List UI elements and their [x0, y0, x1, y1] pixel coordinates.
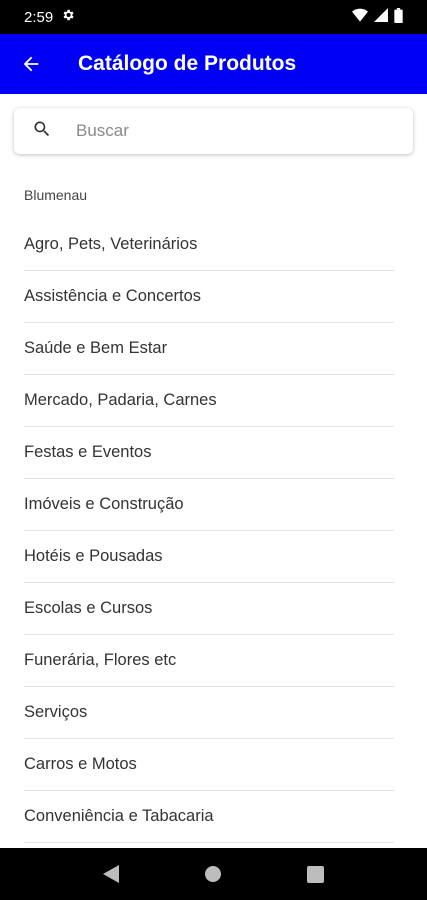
- system-nav-bar: [0, 848, 427, 900]
- list-item[interactable]: Mercado, Padaria, Carnes: [24, 375, 394, 427]
- list-item[interactable]: Hotéis e Pousadas: [24, 531, 394, 583]
- signal-icon: [374, 8, 388, 26]
- settings-gear-icon: [61, 8, 75, 26]
- list-item[interactable]: Festas e Eventos: [24, 427, 394, 479]
- search-bar[interactable]: [14, 108, 413, 154]
- wifi-icon: [352, 8, 368, 26]
- category-list: Agro, Pets, Veterinários Assistência e C…: [0, 219, 427, 843]
- status-right: [352, 7, 403, 27]
- list-item[interactable]: Serviços: [24, 687, 394, 739]
- arrow-left-icon[interactable]: [18, 51, 44, 77]
- search-input[interactable]: [74, 120, 378, 142]
- list-item[interactable]: Agro, Pets, Veterinários: [24, 219, 394, 271]
- section-header: Blumenau: [24, 187, 88, 203]
- search-icon: [32, 119, 52, 144]
- home-circle-icon[interactable]: [198, 859, 228, 889]
- list-item[interactable]: Conveniência e Tabacaria: [24, 791, 394, 843]
- recents-square-icon[interactable]: [301, 859, 331, 889]
- list-item[interactable]: Escolas e Cursos: [24, 583, 394, 635]
- list-item[interactable]: Funerária, Flores etc: [24, 635, 394, 687]
- list-item[interactable]: Assistência e Concertos: [24, 271, 394, 323]
- app-bar: Catálogo de Produtos: [0, 34, 427, 94]
- list-item[interactable]: Carros e Motos: [24, 739, 394, 791]
- battery-icon: [394, 7, 403, 27]
- list-item[interactable]: Saúde e Bem Estar: [24, 323, 394, 375]
- back-triangle-icon[interactable]: [96, 859, 126, 889]
- status-bar: 2:59: [0, 0, 427, 34]
- page-title: Catálogo de Produtos: [78, 52, 297, 75]
- list-item[interactable]: Imóveis e Construção: [24, 479, 394, 531]
- status-left: 2:59: [24, 8, 75, 26]
- status-time: 2:59: [24, 8, 54, 26]
